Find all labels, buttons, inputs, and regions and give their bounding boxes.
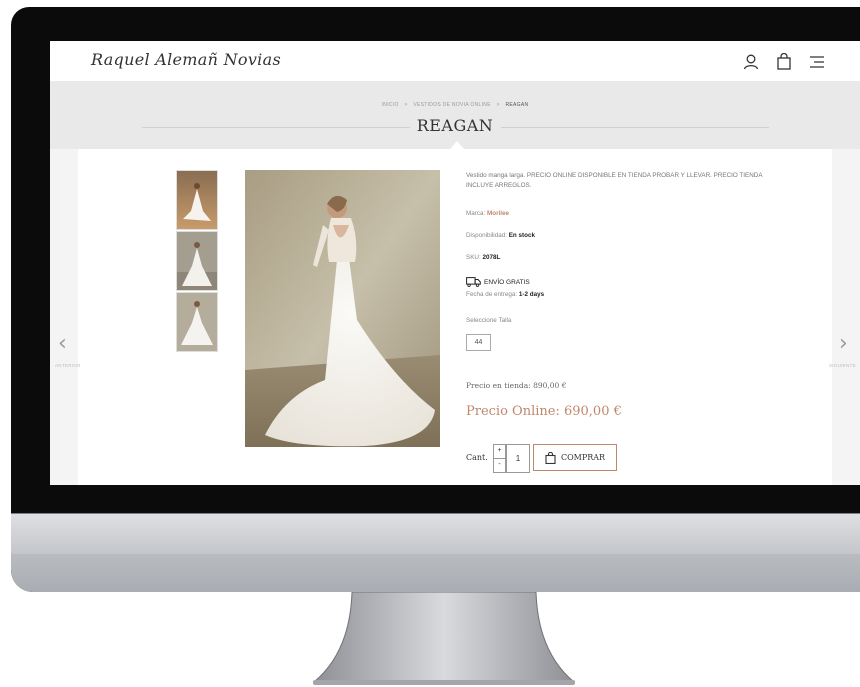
online-price: Precio Online: 690,00 € [466, 404, 622, 419]
menu-icon[interactable] [808, 53, 826, 71]
size-select-label: Seleccione Talla [466, 317, 512, 324]
prev-product-column [50, 149, 78, 485]
prev-product-label[interactable]: ANTERIOR [55, 363, 81, 368]
brand-link[interactable]: Morilee [487, 210, 509, 217]
availability-value: En stock [508, 232, 535, 239]
product-description: Vestido manga larga. PRECIO ONLINE DISPO… [466, 172, 763, 189]
monitor-frame: Raquel Alemañ Novias INICIO > VESTIDOS D… [11, 7, 860, 592]
sku-row: SKU: 2078L [466, 254, 500, 261]
store-price: Precio en tienda: 890,00 € [466, 381, 567, 390]
title-notch [450, 141, 464, 149]
product-thumbnail[interactable] [176, 170, 218, 230]
quantity-stepper: + - [493, 444, 506, 473]
page-title: REAGAN [416, 116, 494, 135]
quantity-increase-button[interactable]: + [494, 445, 505, 458]
product-main-image[interactable] [245, 170, 440, 447]
sku-label: SKU: [466, 254, 481, 261]
buy-button[interactable]: COMPRAR [533, 444, 617, 471]
truck-icon [466, 277, 481, 287]
product-thumbnail[interactable] [176, 292, 218, 352]
brand-label: Marca: [466, 210, 486, 217]
title-divider-left [142, 127, 410, 128]
browser-screen: Raquel Alemañ Novias INICIO > VESTIDOS D… [50, 41, 860, 485]
user-icon[interactable] [742, 53, 760, 71]
breadcrumb-separator: > [496, 102, 500, 108]
delivery-row: Fecha de entrega: 1-2 days [466, 291, 544, 298]
monitor-chin [11, 513, 860, 592]
quantity-decrease-button[interactable]: - [494, 458, 505, 472]
site-header: Raquel Alemañ Novias [50, 41, 860, 81]
delivery-label: Fecha de entrega: [466, 291, 518, 298]
next-product-label[interactable]: SIGUIENTE [829, 363, 856, 368]
availability-row: Disponibilidad: En stock [466, 232, 535, 239]
chevron-left-icon[interactable]: ‹ [58, 331, 67, 356]
free-shipping-label: ENVÍO GRATIS [484, 278, 530, 286]
breadcrumb-item-category[interactable]: VESTIDOS DE NOVIA ONLINE [413, 102, 491, 108]
buy-button-label: COMPRAR [560, 453, 606, 462]
next-product-column [832, 149, 860, 485]
breadcrumb-item-home[interactable]: INICIO [382, 102, 399, 108]
brand-row: Marca: Morilee [466, 210, 509, 217]
breadcrumb-item-current: REAGAN [505, 102, 529, 108]
site-logo[interactable]: Raquel Alemañ Novias [91, 50, 281, 69]
size-option-44[interactable]: 44 [466, 334, 491, 351]
breadcrumb: INICIO > VESTIDOS DE NOVIA ONLINE > REAG… [50, 102, 860, 108]
chevron-right-icon[interactable]: › [839, 331, 848, 356]
monitor-stand [312, 592, 576, 685]
delivery-value: 1-2 days [518, 291, 545, 298]
product-thumbnail[interactable] [176, 231, 218, 291]
bag-icon [545, 451, 556, 464]
quantity-input[interactable]: 1 [506, 444, 530, 473]
free-shipping-row: ENVÍO GRATIS [466, 277, 530, 287]
page-title-bar: INICIO > VESTIDOS DE NOVIA ONLINE > REAG… [50, 81, 860, 149]
sku-value: 2078L [482, 254, 501, 261]
title-divider-right [501, 127, 769, 128]
breadcrumb-separator: > [404, 102, 408, 108]
bag-icon[interactable] [775, 53, 793, 71]
quantity-label: Cant. [466, 453, 488, 462]
availability-label: Disponibilidad: [466, 232, 507, 239]
